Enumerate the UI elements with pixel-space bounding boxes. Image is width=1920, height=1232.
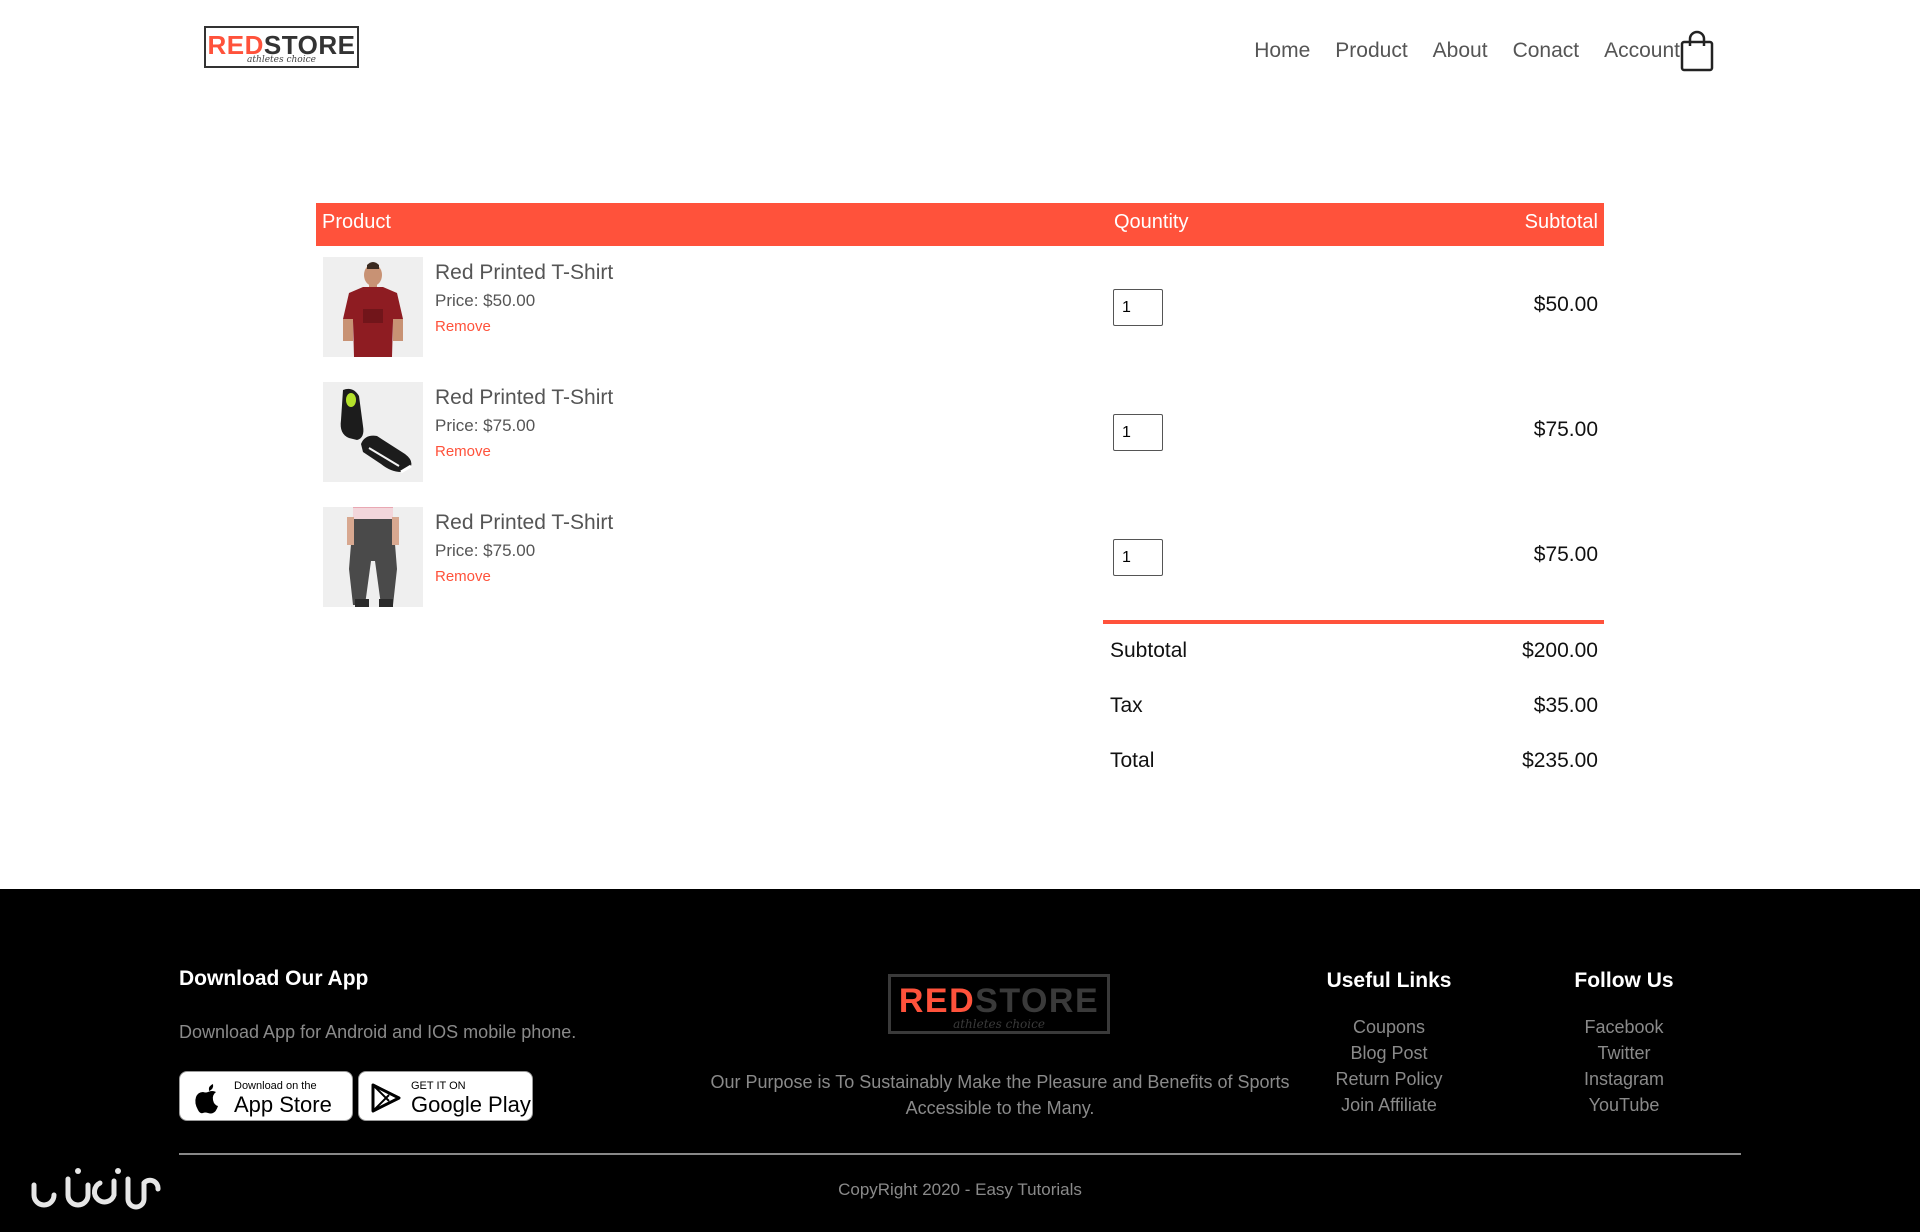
footer-link-blog-post[interactable]: Blog Post — [1289, 1040, 1489, 1066]
app-store-small-text: Download on the — [234, 1080, 317, 1092]
google-play-icon — [371, 1083, 401, 1113]
totals-label: Total — [1110, 749, 1155, 772]
footer-link-facebook[interactable]: Facebook — [1524, 1014, 1724, 1040]
google-play-big-text: Google Play — [411, 1092, 531, 1117]
follow-us-heading: Follow Us — [1574, 969, 1674, 992]
quantity-input[interactable] — [1113, 539, 1163, 576]
totals-subtotal-row: Subtotal $200.00 — [1103, 639, 1604, 667]
useful-links-column: Useful Links Coupons Blog Post Return Po… — [1289, 969, 1489, 1118]
totals-tax-row: Tax $35.00 — [1103, 694, 1604, 722]
apple-icon — [195, 1084, 218, 1114]
product-price: Price: $50.00 — [435, 291, 536, 310]
footer-link-twitter[interactable]: Twitter — [1524, 1040, 1724, 1066]
purpose-statement: Our Purpose is To Sustainably Make the P… — [710, 1072, 1290, 1118]
footer-link-join-affiliate[interactable]: Join Affiliate — [1289, 1092, 1489, 1118]
product-image-sneakers — [323, 382, 423, 482]
download-app-description: Download App for Android and IOS mobile … — [179, 1022, 577, 1042]
row-subtotal: $50.00 — [1533, 293, 1598, 316]
footer-link-coupons[interactable]: Coupons — [1289, 1014, 1489, 1040]
cart-row: Red Printed T-Shirt Price: $75.00 Remove… — [316, 382, 1604, 507]
row-subtotal: $75.00 — [1533, 543, 1598, 566]
download-app-heading: Download Our App — [179, 967, 369, 990]
product-price: Price: $75.00 — [435, 541, 536, 560]
remove-link[interactable]: Remove — [435, 317, 491, 337]
cart-row: Red Printed T-Shirt Price: $75.00 Remove… — [316, 507, 1604, 632]
totals-value: $35.00 — [1533, 694, 1598, 717]
remove-link[interactable]: Remove — [435, 442, 491, 462]
copyright: CopyRight 2020 - Easy Tutorials — [838, 1180, 1082, 1199]
footer-logo-text: REDSTORE — [898, 982, 1100, 1020]
navbar: REDSTORE athletes choice Home Product Ab… — [0, 0, 1920, 110]
shopping-bag-icon[interactable] — [1679, 30, 1715, 72]
nav-contact[interactable]: Conact — [1513, 36, 1580, 66]
quantity-input[interactable] — [1113, 414, 1163, 451]
row-subtotal: $75.00 — [1533, 418, 1598, 441]
product-name[interactable]: Red Printed T-Shirt — [435, 384, 613, 412]
product-name[interactable]: Red Printed T-Shirt — [435, 259, 613, 287]
app-store-badge[interactable]: Download on the App Store — [179, 1071, 353, 1121]
footer-logo: REDSTORE athletes choice — [888, 974, 1110, 1034]
google-play-badge[interactable]: GET IT ON Google Play — [358, 1071, 533, 1121]
totals-value: $200.00 — [1522, 639, 1598, 662]
follow-us-column: Follow Us Facebook Twitter Instagram You… — [1524, 969, 1724, 1118]
totals-total-row: Total $235.00 — [1103, 749, 1604, 777]
main-nav: Home Product About Conact Account — [1229, 36, 1680, 66]
footer-link-youtube[interactable]: YouTube — [1524, 1092, 1724, 1118]
footer-link-instagram[interactable]: Instagram — [1524, 1066, 1724, 1092]
product-image-red-tshirt — [323, 257, 423, 357]
cart-totals: Subtotal $200.00 Tax $35.00 Total $235.0… — [1103, 620, 1604, 772]
quantity-input[interactable] — [1113, 289, 1163, 326]
nav-account[interactable]: Account — [1604, 36, 1680, 66]
product-price: Price: $75.00 — [435, 416, 536, 435]
column-header-product: Product — [322, 211, 391, 233]
nav-home[interactable]: Home — [1254, 36, 1310, 66]
totals-value: $235.00 — [1522, 749, 1598, 772]
app-store-big-text: App Store — [234, 1092, 332, 1117]
footer-link-return-policy[interactable]: Return Policy — [1289, 1066, 1489, 1092]
cart-table-header: Product Qountity Subtotal — [316, 203, 1604, 246]
logo-tagline: athletes choice — [247, 55, 316, 65]
totals-label: Tax — [1110, 694, 1143, 717]
watermark-logo — [28, 1165, 163, 1215]
nav-product[interactable]: Product — [1335, 36, 1407, 66]
google-play-small-text: GET IT ON — [411, 1080, 466, 1092]
cart-row: Red Printed T-Shirt Price: $50.00 Remove… — [316, 257, 1604, 382]
cart-table: Product Qountity Subtotal Red Printed T-… — [316, 203, 1604, 607]
product-name[interactable]: Red Printed T-Shirt — [435, 509, 613, 537]
site-logo[interactable]: REDSTORE athletes choice — [204, 26, 359, 68]
totals-label: Subtotal — [1110, 639, 1188, 662]
useful-links-heading: Useful Links — [1326, 969, 1452, 992]
column-header-subtotal: Subtotal — [1524, 211, 1598, 233]
nav-about[interactable]: About — [1433, 36, 1488, 66]
footer-divider — [179, 1153, 1741, 1155]
column-header-quantity: Qountity — [1114, 211, 1189, 233]
footer: Download Our App Download App for Androi… — [0, 889, 1920, 1232]
footer-logo-tagline: athletes choice — [953, 1017, 1045, 1031]
product-image-joggers — [323, 507, 423, 607]
remove-link[interactable]: Remove — [435, 567, 491, 587]
